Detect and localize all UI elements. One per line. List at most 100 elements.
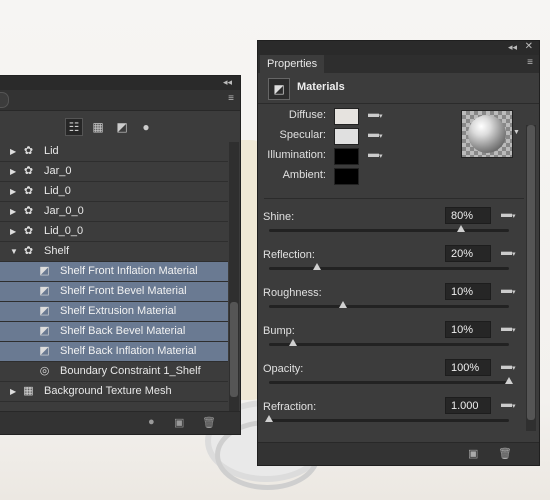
layer-row[interactable]: ▶ ✿ Lid_0_0 [0,222,228,242]
trash-icon[interactable]: 🗑 [498,447,512,460]
texture-folder-icon[interactable]: ▬▾ [501,208,516,220]
new-object-icon[interactable]: ▣ [174,416,184,429]
collapse-panel-icon[interactable]: ◂◂ [223,77,232,88]
property-value-input[interactable]: 10% [445,321,491,338]
mesh-icon: ✿ [23,225,34,237]
layer-row[interactable]: ◩ Shelf Back Bevel Material [0,322,228,342]
layer-label: Lid [44,145,59,157]
expand-arrow-icon[interactable]: ▶ [10,227,18,236]
property-label: Reflection: [263,249,315,261]
material-color-row: Specular: ▬▾ [258,127,398,145]
material-icon: ◩ [39,285,50,297]
texture-folder-icon[interactable]: ▬▾ [501,246,516,258]
layer-label: Jar_0_0 [44,205,84,217]
color-swatch[interactable] [334,108,359,125]
tab-properties[interactable]: Properties [260,55,325,73]
layer-row[interactable]: ▶ ✿ Jar_0_0 [0,202,228,222]
layer-row[interactable]: ◩ Shelf Front Inflation Material [0,262,228,282]
property-slider-track[interactable] [269,381,509,384]
layer-row[interactable]: ▶ ✿ Jar_0 [0,162,228,182]
panel-footer: ● ▣ 🗑 [0,411,240,434]
layer-row[interactable]: ▼ ✿ Shelf [0,242,228,262]
close-icon[interactable]: ✕ [525,41,533,52]
property-label: Shine: [263,211,295,223]
texture-folder-icon[interactable]: ▬▾ [368,148,383,160]
add-light-icon[interactable]: ● [148,416,155,428]
property-label: Opacity: [263,363,304,375]
collapse-arrow-icon[interactable]: ▼ [10,247,18,256]
color-swatch[interactable] [334,168,359,185]
texture-folder-icon[interactable]: ▬▾ [501,284,516,296]
material-picker-dropdown-icon[interactable]: ▼ [513,129,520,136]
property-value-input[interactable]: 10% [445,283,491,300]
scrollbar-thumb[interactable] [527,125,535,420]
property-slider-handle[interactable] [265,415,273,422]
mesh-icon: ✿ [23,185,34,197]
layer-label: Shelf Front Bevel Material [60,285,187,297]
hierarchy-icon[interactable]: ☷ [65,118,83,136]
properties-scrollbar[interactable] [526,125,536,431]
trash-icon[interactable]: 🗑 [202,416,216,429]
property-value-input[interactable]: 1.000 [445,397,491,414]
texture-folder-icon[interactable]: ▬▾ [501,322,516,334]
expand-arrow-icon[interactable]: ▶ [10,167,18,176]
material-color-label: Ambient: [282,169,326,181]
layer-row[interactable]: ◩ Shelf Extrusion Material [0,302,228,322]
panel-tab[interactable] [0,92,9,108]
property-slider-handle[interactable] [505,377,513,384]
property-value-input[interactable]: 20% [445,245,491,262]
panel-top-bar: ◂◂ [0,76,240,90]
property-value-input[interactable]: 100% [445,359,491,376]
material-icon: ◩ [39,345,50,357]
mesh-icon: ✿ [23,165,34,177]
material-icon: ◩ [39,265,50,277]
layer-row[interactable]: ▶ ✿ Lid [0,142,228,162]
panel-tab-bar: ≡ [0,90,240,111]
property-slider-track[interactable] [269,343,509,346]
layer-list-scrollbar[interactable] [229,142,239,412]
layer-row[interactable]: ◎ Boundary Constraint 1_Shelf [0,362,228,382]
material-preview[interactable] [461,110,513,158]
calculator-icon[interactable]: ▦ [89,118,107,136]
property-value-input[interactable]: 80% [445,207,491,224]
texture-folder-icon[interactable]: ▬▾ [368,108,383,120]
layer-label: Shelf Back Bevel Material [60,325,186,337]
layer-row[interactable]: ◩ Shelf Back Inflation Material [0,342,228,362]
property-slider-handle[interactable] [457,225,465,232]
property-slider-handle[interactable] [313,263,321,270]
layer-row[interactable]: ▶ ✿ Lid_0 [0,182,228,202]
property-slider-track[interactable] [269,267,509,270]
color-swatch[interactable] [334,128,359,145]
texture-folder-icon[interactable]: ▬▾ [501,398,516,410]
material-color-row: Ambient: [258,167,398,185]
scrollbar-thumb[interactable] [230,302,238,397]
material-color-row: Diffuse: ▬▾ [258,107,398,125]
panel-menu-icon[interactable]: ≡ [228,93,234,104]
material-property-row: Roughness: 10% ▬▾ [258,283,528,325]
property-slider-track[interactable] [269,419,509,422]
material-color-label: Specular: [279,129,326,141]
expand-arrow-icon[interactable]: ▶ [10,207,18,216]
property-slider-handle[interactable] [339,301,348,308]
texture-folder-icon[interactable]: ▬▾ [501,360,516,372]
layer-row[interactable]: ▶ ▦ Background Texture Mesh [0,382,228,402]
layer-row[interactable]: ◩ Shelf Front Bevel Material [0,282,228,302]
properties-panel: ◂◂ ✕ Properties ≡ ◩ Materials Diffuse: ▬▾… [257,40,540,466]
property-slider-track[interactable] [269,229,509,232]
property-slider-track[interactable] [269,305,509,308]
panel-tab-bar: Properties ≡ [258,55,539,73]
material-sphere-icon [468,115,506,153]
panel-menu-icon[interactable]: ≡ [527,57,533,68]
material-icon[interactable]: ◩ [113,118,131,136]
property-slider-handle[interactable] [289,339,297,346]
expand-arrow-icon[interactable]: ▶ [10,147,18,156]
collapse-panel-icon[interactable]: ◂◂ [508,42,517,53]
expand-arrow-icon[interactable]: ▶ [10,387,18,396]
color-swatch[interactable] [334,148,359,165]
new-object-icon[interactable]: ▣ [468,447,478,460]
material-color-row: Illumination: ▬▾ [258,147,398,165]
light-bulb-icon[interactable]: ● [137,118,155,136]
texture-folder-icon[interactable]: ▬▾ [368,128,383,140]
expand-arrow-icon[interactable]: ▶ [10,187,18,196]
layer-label: Lid_0 [44,185,71,197]
